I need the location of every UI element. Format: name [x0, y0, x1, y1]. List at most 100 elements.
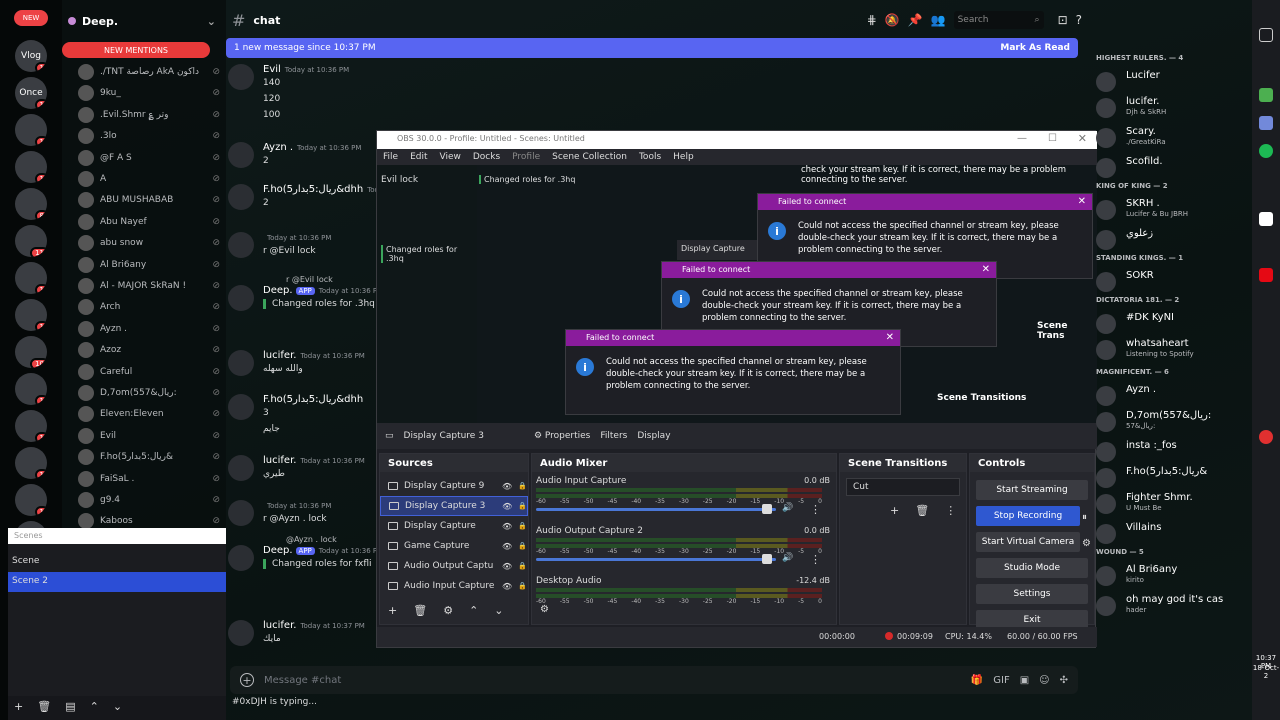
- dm-item[interactable]: Arch ⊘: [78, 297, 220, 317]
- volume-knob[interactable]: [762, 504, 772, 514]
- author-name[interactable]: lucifer.: [263, 350, 296, 361]
- dm-item[interactable]: Eleven:Eleven ⊘: [78, 404, 220, 424]
- source-item[interactable]: Display Capture 3 👁 🔒: [380, 496, 528, 516]
- dm-item[interactable]: .3lo ⊘: [78, 126, 220, 146]
- inbox-icon[interactable]: ⊡: [1058, 13, 1068, 27]
- lock-icon[interactable]: 🔒: [518, 482, 527, 490]
- dm-item[interactable]: F.ho(5ريال:5بدار& ⊘: [78, 447, 220, 467]
- member-item[interactable]: oh may god it's cas hader: [1096, 594, 1250, 616]
- server-icon[interactable]: 1: [15, 410, 47, 442]
- source-item[interactable]: Audio Input Capture 👁 🔒: [380, 576, 528, 596]
- eye-icon[interactable]: 👁: [502, 562, 512, 571]
- gift-icon[interactable]: 🎁: [971, 675, 983, 686]
- transition-select[interactable]: Cut: [846, 478, 960, 496]
- spotify-icon[interactable]: [1259, 144, 1273, 158]
- server-icon[interactable]: 11: [15, 225, 47, 257]
- discord-icon[interactable]: [1259, 116, 1273, 130]
- pin-icon[interactable]: 📌: [908, 13, 923, 27]
- author-name[interactable]: F.ho(5ريال:5بدار&dhh: [263, 184, 363, 195]
- dm-item[interactable]: Azoz ⊘: [78, 340, 220, 360]
- control-button[interactable]: Studio Mode: [976, 558, 1088, 578]
- search-box[interactable]: Search ⌕: [953, 11, 1044, 29]
- add-icon[interactable]: +: [388, 604, 397, 617]
- source-item[interactable]: Display Capture 👁 🔒: [380, 516, 528, 536]
- dm-item[interactable]: D,7om(5ريال&57: ⊘: [78, 383, 220, 403]
- eye-icon[interactable]: 👁: [502, 522, 512, 531]
- lock-icon[interactable]: 🔒: [518, 542, 527, 550]
- add-attachment-icon[interactable]: +: [240, 673, 254, 687]
- server-icon[interactable]: 1: [15, 373, 47, 405]
- mixer-gear-icon[interactable]: ⚙: [540, 604, 549, 615]
- server-icon[interactable]: 10: [15, 336, 47, 368]
- author-name[interactable]: F.ho(5ريال:5بدار&dhh: [263, 394, 363, 405]
- member-item[interactable]: زعلوي: [1096, 228, 1250, 250]
- member-item[interactable]: insta :_fos: [1096, 440, 1250, 462]
- trash-icon[interactable]: 🗑: [915, 504, 929, 517]
- server-icon[interactable]: 1: [15, 447, 47, 479]
- new-messages-banner[interactable]: 1 new message since 10:37 PM Mark As Rea…: [226, 38, 1078, 58]
- message-composer[interactable]: + Message #chat 🎁 GIF ▣ ☺ ✣: [230, 666, 1078, 694]
- server-icon[interactable]: 1: [15, 114, 47, 146]
- source-item[interactable]: Audio Output Captu 👁 🔒: [380, 556, 528, 576]
- member-item[interactable]: lucifer. Djh & SkRH: [1096, 96, 1250, 118]
- dm-item[interactable]: Evil ⊘: [78, 426, 220, 446]
- menu-item[interactable]: Help: [673, 152, 694, 162]
- speaker-icon[interactable]: 🔊: [782, 553, 793, 563]
- server-icon[interactable]: 8: [15, 188, 47, 220]
- dm-item[interactable]: Al Bri6any ⊘: [78, 255, 220, 275]
- speaker-icon[interactable]: 🔊: [782, 503, 793, 513]
- scene-item[interactable]: Scene: [8, 552, 226, 572]
- emoji-icon[interactable]: ☺: [1039, 675, 1049, 686]
- member-item[interactable]: Scofild.: [1096, 156, 1250, 178]
- add-icon[interactable]: +: [14, 700, 23, 716]
- new-mentions-pill[interactable]: NEW MENTIONS: [62, 42, 210, 58]
- minimize-icon[interactable]: —: [1017, 133, 1027, 144]
- author-name[interactable]: lucifer.: [263, 620, 296, 631]
- mute-icon[interactable]: 🔕: [885, 13, 900, 27]
- lock-icon[interactable]: 🔒: [518, 502, 527, 510]
- member-item[interactable]: SOKR: [1096, 270, 1250, 292]
- eye-icon[interactable]: 👁: [502, 542, 512, 551]
- server-icon[interactable]: 1: [15, 484, 47, 516]
- more-icon[interactable]: ⋮: [810, 553, 821, 566]
- eye-icon[interactable]: 👁: [502, 482, 512, 491]
- member-item[interactable]: F.ho(5ريال:5بدار&: [1096, 466, 1250, 488]
- member-item[interactable]: whatsaheart Listening to Spotify: [1096, 338, 1250, 360]
- member-item[interactable]: Lucifer: [1096, 70, 1250, 92]
- gif-icon[interactable]: GIF: [993, 675, 1009, 686]
- search-icon[interactable]: [1259, 28, 1273, 42]
- properties-button[interactable]: ⚙ Properties: [534, 431, 590, 441]
- server-icon[interactable]: 1: [15, 151, 47, 183]
- eye-icon[interactable]: 👁: [502, 502, 512, 511]
- record-icon[interactable]: [1259, 430, 1273, 444]
- server-header[interactable]: Deep. ⌄: [68, 12, 216, 30]
- up-arrow-icon[interactable]: ⌃: [469, 604, 478, 617]
- up-arrow-icon[interactable]: ⌃: [90, 700, 99, 716]
- mark-read-button[interactable]: Mark As Read: [1000, 43, 1070, 53]
- volume-knob[interactable]: [762, 554, 772, 564]
- lock-icon[interactable]: 🔒: [518, 522, 527, 530]
- more-icon[interactable]: ⋮: [945, 504, 956, 517]
- control-button[interactable]: Start Streaming: [976, 480, 1088, 500]
- dm-item[interactable]: Al - MAJOR SkRaN ! ⊘: [78, 276, 220, 296]
- sticker-icon[interactable]: ▣: [1020, 675, 1029, 686]
- help-icon[interactable]: ?: [1076, 13, 1082, 27]
- menu-item[interactable]: File: [383, 152, 398, 162]
- server-icon[interactable]: 1: [15, 262, 47, 294]
- dm-item[interactable]: Abu Nayef ⊘: [78, 212, 220, 232]
- source-item[interactable]: Display Capture 9 👁 🔒: [380, 476, 528, 496]
- volume-slider[interactable]: [536, 508, 776, 511]
- member-item[interactable]: Villains: [1096, 522, 1250, 544]
- add-icon[interactable]: +: [890, 504, 899, 517]
- author-name[interactable]: Deep.: [263, 285, 293, 296]
- down-arrow-icon[interactable]: ⌄: [494, 604, 503, 617]
- menu-item[interactable]: Scene Collection: [552, 152, 627, 162]
- member-item[interactable]: Scary. ./GreatKiRa: [1096, 126, 1250, 148]
- down-arrow-icon[interactable]: ⌄: [113, 700, 122, 716]
- app-icon[interactable]: [1259, 212, 1273, 226]
- dm-item[interactable]: ABU MUSHABAB ⊘: [78, 190, 220, 210]
- dm-item[interactable]: A ⊘: [78, 169, 220, 189]
- dm-item[interactable]: Careful ⊘: [78, 362, 220, 382]
- menu-item[interactable]: Edit: [410, 152, 427, 162]
- dm-item[interactable]: 9ku_ ⊘: [78, 83, 220, 103]
